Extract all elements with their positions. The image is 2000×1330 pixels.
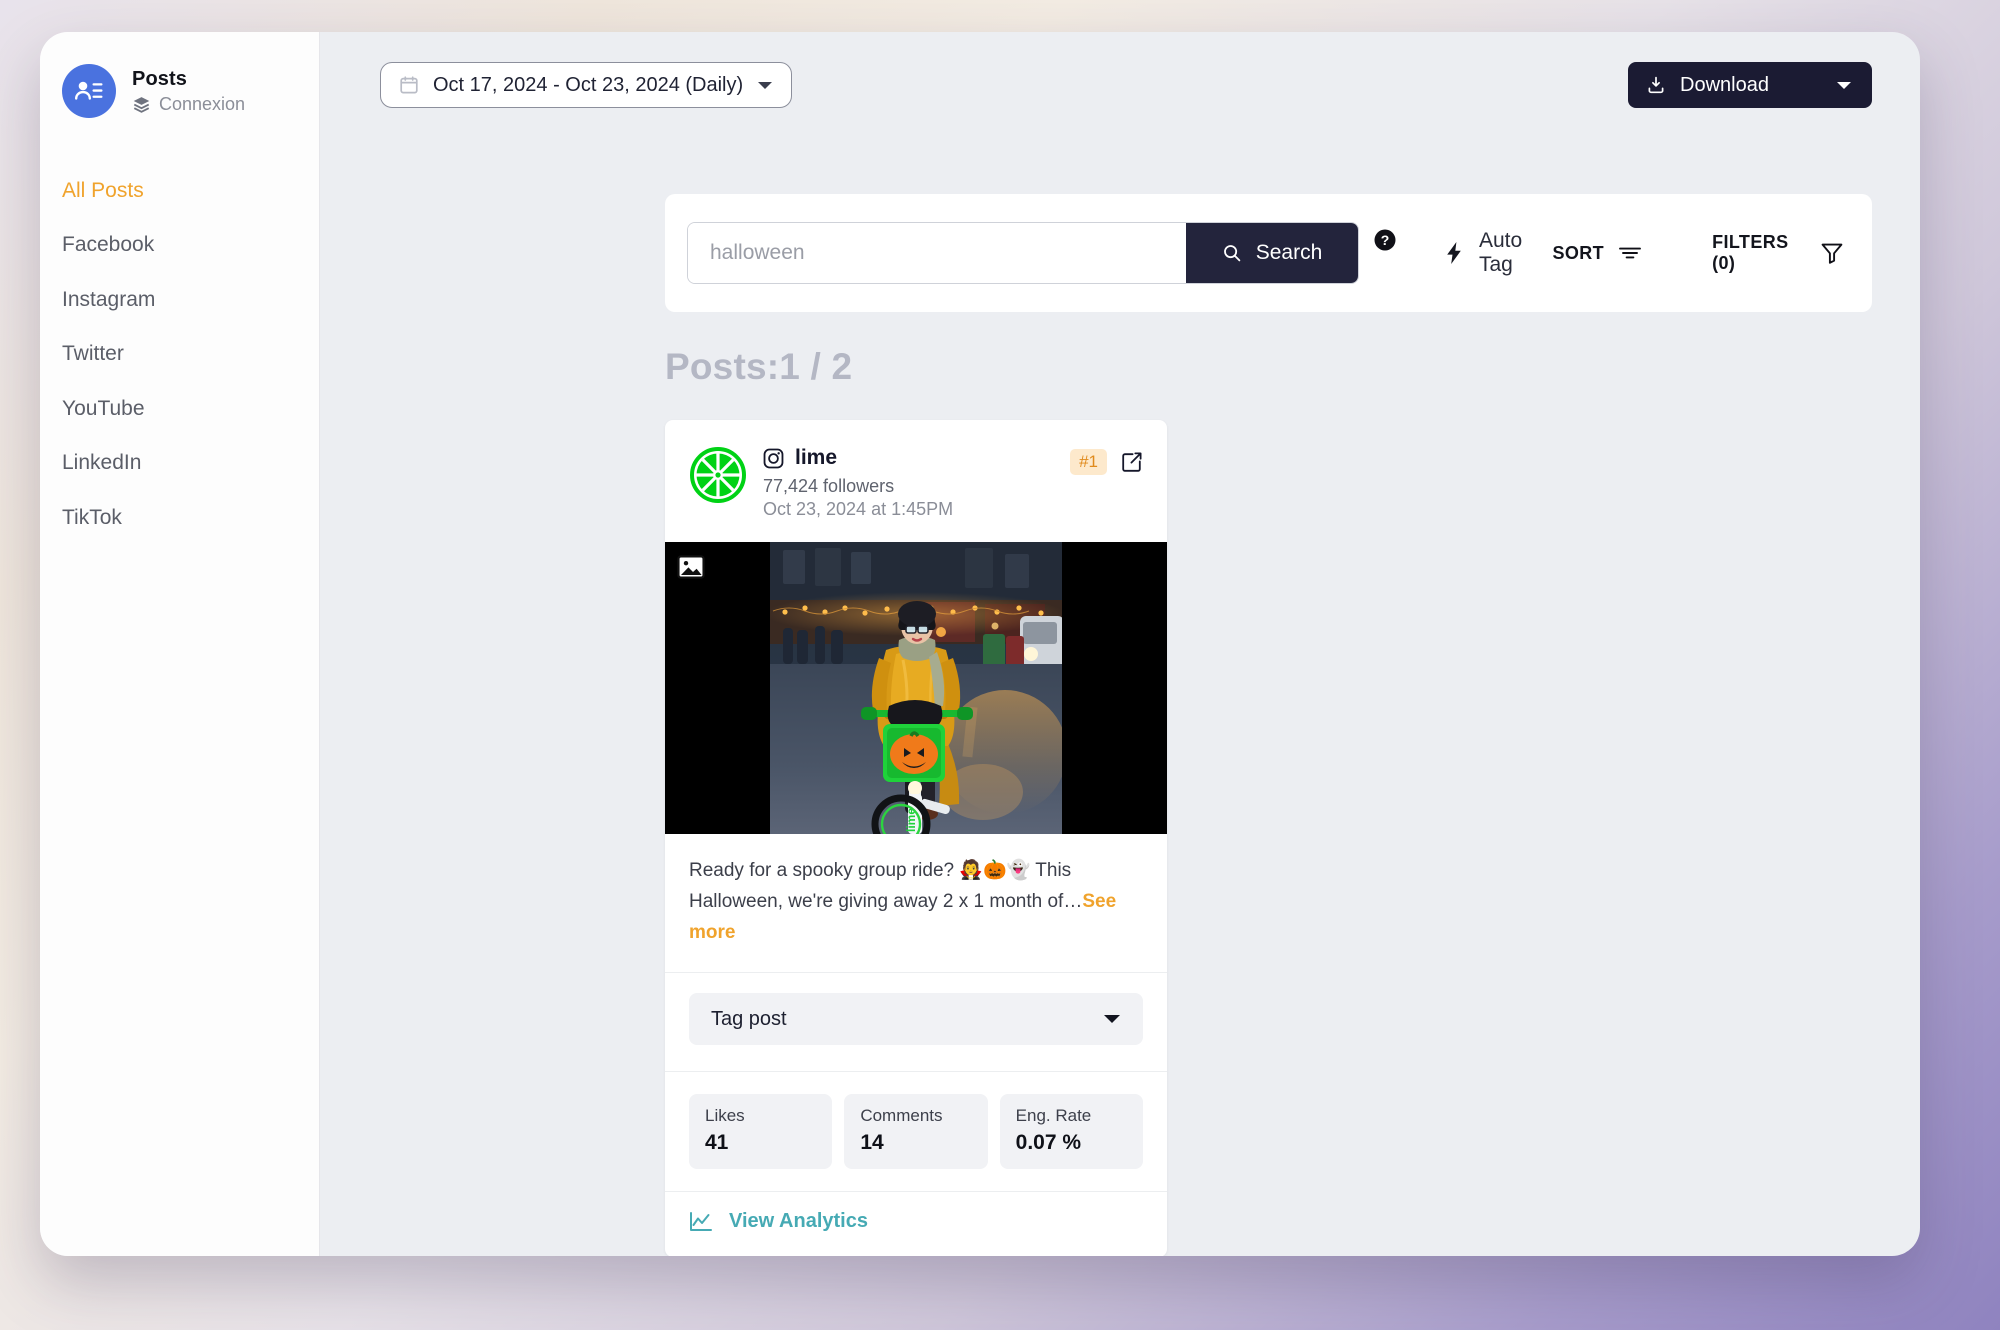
post-followers: 77,424 followers (763, 476, 895, 496)
posts-heading-count: 1 / 2 (779, 346, 853, 387)
post-photo: lime (665, 542, 1167, 834)
metric-value: 0.07 % (1015, 1131, 1082, 1155)
sidebar-item-twitter[interactable]: Twitter (40, 327, 319, 381)
line-chart-icon (689, 1211, 713, 1233)
search-input[interactable] (688, 223, 1186, 283)
post-media[interactable]: lime (665, 542, 1167, 834)
date-range-picker[interactable]: Oct 17, 2024 - Oct 23, 2024 (Daily) (380, 62, 793, 108)
auto-tag-label: Auto Tag (1479, 229, 1523, 276)
sidebar-brand-text: Posts Connexion (132, 68, 245, 115)
post-header-actions: #1 (1070, 446, 1143, 475)
sidebar-item-tiktok[interactable]: TikTok (40, 491, 319, 545)
post-metrics: Likes 41 Comments 14 Eng. Rate 0.07 % (665, 1071, 1167, 1191)
layers-icon (132, 95, 151, 114)
sidebar-item-youtube[interactable]: YouTube (40, 382, 319, 436)
chevron-down-icon (757, 80, 773, 91)
lime-logo-icon (689, 446, 747, 504)
tag-post-select[interactable]: Tag post (689, 993, 1143, 1046)
search-button-label: Search (1255, 241, 1323, 264)
sidebar-nav: All Posts Facebook Instagram Twitter You… (40, 164, 319, 545)
metric-label: Eng. Rate (1015, 1106, 1092, 1126)
metric-eng-rate: Eng. Rate 0.07 % (999, 1094, 1143, 1170)
sort-label: SORT (1552, 242, 1605, 263)
workspace-label: Connexion (159, 93, 246, 114)
sidebar-item-facebook[interactable]: Facebook (40, 218, 319, 272)
metric-comments: Comments 14 (844, 1094, 988, 1170)
sort-lines-icon (1618, 245, 1642, 261)
topbar: Oct 17, 2024 - Oct 23, 2024 (Daily) Down… (320, 32, 1920, 138)
post-name-row: lime (763, 446, 1054, 470)
chevron-down-icon (1836, 80, 1852, 91)
date-range-label: Oct 17, 2024 - Oct 23, 2024 (Daily) (433, 73, 744, 96)
post-caption-text: Ready for a spooky group ride? 🧛🎃👻 This … (689, 860, 1083, 912)
filters-label: FILTERS (0) (1712, 232, 1789, 273)
metric-value: 14 (860, 1131, 884, 1155)
view-analytics-link[interactable]: View Analytics (665, 1191, 1167, 1256)
sidebar-item-instagram[interactable]: Instagram (40, 273, 319, 327)
search-toolbar: Search ? Auto Tag SORT (665, 194, 1872, 312)
instagram-icon (763, 448, 784, 469)
sidebar-item-linkedin[interactable]: LinkedIn (40, 436, 319, 490)
user-list-icon (62, 64, 116, 118)
metric-label: Comments (860, 1106, 943, 1126)
auto-tag-button[interactable]: Auto Tag (1445, 229, 1552, 277)
chevron-down-icon (1103, 1013, 1121, 1025)
lightning-bolt-icon (1445, 241, 1463, 265)
post-timestamp: Oct 23, 2024 at 1:45PM (763, 499, 954, 519)
post-account-info: lime 77,424 followers Oct 23, 2024 at 1:… (763, 446, 1054, 520)
svg-text:?: ? (1381, 232, 1390, 248)
post-card: lime 77,424 followers Oct 23, 2024 at 1:… (665, 420, 1167, 1256)
post-caption: Ready for a spooky group ride? 🧛🎃👻 This … (665, 834, 1167, 974)
view-analytics-label: View Analytics (729, 1210, 868, 1233)
help-circle-icon[interactable]: ? (1373, 228, 1397, 252)
main-content: Oct 17, 2024 - Oct 23, 2024 (Daily) Down… (320, 32, 1920, 1256)
page-title: Posts:1 / 2 (665, 346, 1920, 388)
download-icon (1646, 75, 1666, 95)
metric-label: Likes (705, 1106, 745, 1126)
search-icon (1222, 243, 1242, 263)
metric-likes: Likes 41 (689, 1094, 833, 1170)
rank-badge: #1 (1070, 449, 1107, 475)
sidebar-brand: Posts Connexion (40, 64, 319, 118)
sidebar-item-all-posts[interactable]: All Posts (40, 164, 319, 218)
workspace-row: Connexion (132, 94, 245, 115)
download-button[interactable]: Download (1628, 62, 1872, 108)
post-header: lime 77,424 followers Oct 23, 2024 at 1:… (665, 420, 1167, 542)
calendar-icon (399, 75, 419, 95)
external-link-icon[interactable] (1121, 451, 1143, 473)
tag-post-wrap: Tag post (665, 973, 1167, 1053)
search-field-wrap: Search (687, 222, 1359, 284)
app-title: Posts (132, 67, 187, 90)
post-account-name[interactable]: lime (795, 446, 837, 470)
funnel-icon (1820, 241, 1844, 265)
filters-button[interactable]: FILTERS (0) (1712, 232, 1844, 274)
download-label: Download (1680, 73, 1769, 96)
posts-heading-label: Posts: (665, 346, 780, 387)
sidebar: Posts Connexion All Posts Facebook Insta… (40, 32, 320, 1256)
app-window: Posts Connexion All Posts Facebook Insta… (40, 32, 1920, 1256)
image-icon (677, 553, 705, 581)
metric-value: 41 (705, 1131, 729, 1155)
sort-button[interactable]: SORT (1552, 243, 1642, 264)
tag-post-label: Tag post (711, 1007, 787, 1030)
search-button[interactable]: Search (1186, 223, 1358, 283)
